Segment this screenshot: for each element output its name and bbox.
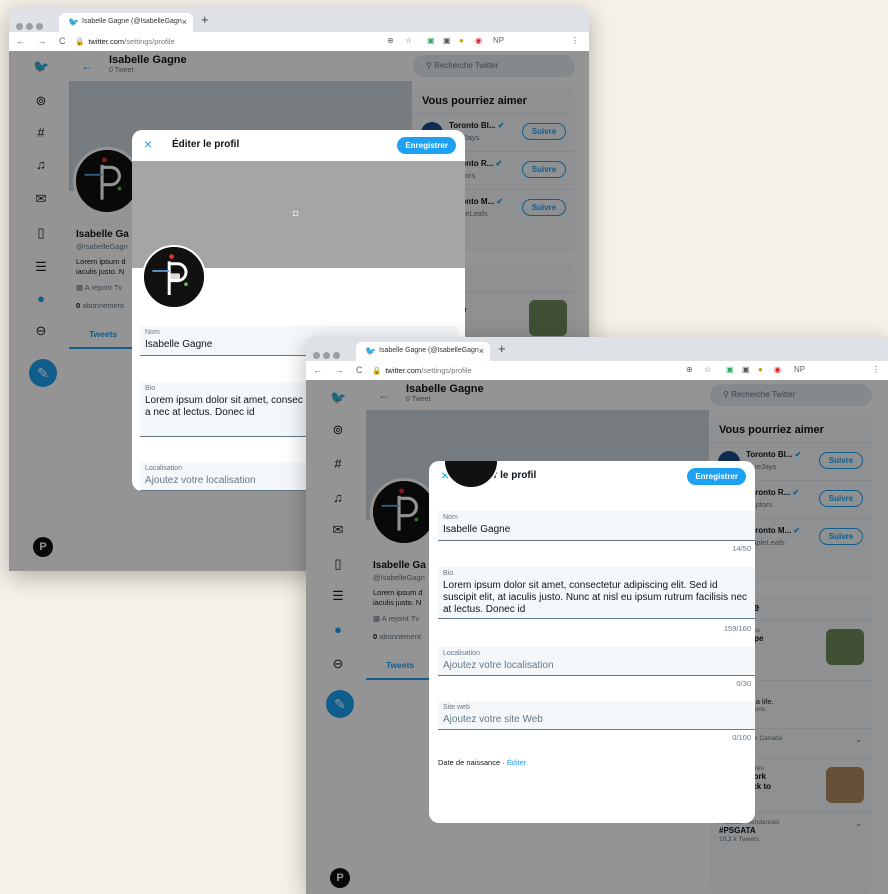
add-icon[interactable]: ⊕ — [686, 364, 693, 376]
browser-tab[interactable]: 🐦 Isabelle Gagne (@IsabelleGagn × — [59, 13, 193, 32]
website-placeholder: Ajoutez votre site Web — [443, 714, 543, 725]
bio-field[interactable]: Bio Lorem ipsum dolor sit amet, consecte… — [438, 567, 755, 619]
avatar-upload[interactable] — [142, 245, 206, 309]
lock-icon: 🔒 — [372, 366, 382, 375]
tab-bar: 🐦 Isabelle Gagne (@IsabelleGagn × + — [306, 337, 888, 361]
address-bar[interactable]: 🔒 twitter.com/settings/profile — [372, 366, 472, 375]
browser-window-front: 🐦 Isabelle Gagne (@IsabelleGagn × + ← → … — [306, 337, 888, 894]
extension-check-icon[interactable]: ▣ — [427, 35, 435, 47]
url-host: twitter.com — [385, 366, 422, 375]
browser-tab[interactable]: 🐦 Isabelle Gagne (@IsabelleGagn × — [356, 342, 490, 361]
star-icon[interactable]: ☆ — [704, 364, 711, 376]
p-logo-icon — [445, 461, 497, 487]
name-label: Nom — [145, 329, 160, 336]
location-label: Localisation — [443, 650, 480, 657]
save-button[interactable]: Enregistrer — [687, 468, 746, 485]
extension-check-icon[interactable]: ▣ — [726, 364, 734, 376]
edit-profile-modal: × Éditer le profil Enregistrer Nom Isabe… — [429, 461, 755, 823]
address-bar[interactable]: 🔒 twitter.com/settings/profile — [75, 37, 175, 46]
p-logo-icon — [144, 247, 204, 307]
extension-g-icon[interactable]: ▣ — [443, 35, 451, 47]
address-bar-row: ← → C 🔒 twitter.com/settings/profile ⊕ ☆ … — [306, 361, 888, 380]
location-char-count: 0/30 — [736, 679, 751, 688]
website-field[interactable]: Site web Ajoutez votre site Web — [438, 701, 755, 730]
location-placeholder: Ajoutez votre localisation — [443, 660, 554, 671]
birthdate-label: Date de naissance · — [438, 758, 507, 767]
nav-buttons[interactable]: ← → C — [16, 36, 71, 46]
twitter-bird-icon: 🐦 — [68, 17, 80, 27]
nav-buttons[interactable]: ← → C — [313, 365, 368, 375]
modal-header: × Éditer le profil Enregistrer — [132, 130, 465, 161]
extension-record-icon[interactable]: ◉ — [475, 35, 482, 47]
tab-title: Isabelle Gagne (@IsabelleGagn — [82, 18, 182, 25]
bio-label: Bio — [443, 570, 454, 577]
bio-value: Lorem ipsum dolor sit amet, consectetur … — [443, 580, 748, 615]
extension-np[interactable]: NP — [794, 364, 805, 376]
extension-shield-icon[interactable]: ● — [459, 35, 464, 47]
url-path: /settings/profile — [421, 366, 472, 375]
browser-menu-icon[interactable]: ⋮ — [571, 35, 579, 47]
bio-label: Bio — [145, 385, 156, 392]
tab-title: Isabelle Gagne (@IsabelleGagn — [379, 347, 479, 354]
browser-menu-icon[interactable]: ⋮ — [872, 364, 880, 376]
name-label: Nom — [443, 514, 458, 521]
location-field[interactable]: Localisation Ajoutez votre localisation — [438, 647, 755, 676]
save-button[interactable]: Enregistrer — [397, 137, 456, 154]
browser-chrome: 🐦 Isabelle Gagne (@IsabelleGagn × + ← → … — [306, 337, 888, 380]
avatar-upload[interactable] — [443, 461, 499, 489]
birthdate-edit-link[interactable]: Éditer — [507, 758, 527, 767]
close-icon[interactable]: × — [144, 136, 152, 152]
extension-record-icon[interactable]: ◉ — [774, 364, 781, 376]
address-bar-row: ← → C 🔒 twitter.com/settings/profile ⊕ ☆ … — [9, 32, 589, 51]
bio-char-count: 159/160 — [723, 624, 751, 633]
new-tab-button[interactable]: + — [201, 13, 209, 27]
extension-np[interactable]: NP — [493, 35, 504, 47]
name-field[interactable]: Nom Isabelle Gagne — [438, 511, 755, 541]
lock-icon: 🔒 — [75, 37, 85, 46]
modal-title: Éditer le profil — [172, 139, 240, 150]
new-tab-button[interactable]: + — [498, 342, 506, 356]
browser-chrome: 🐦 Isabelle Gagne (@IsabelleGagn × + ← → … — [9, 8, 589, 51]
location-label: Localisation — [145, 465, 182, 472]
name-value: Isabelle Gagne — [443, 524, 511, 535]
extension-shield-icon[interactable]: ● — [758, 364, 763, 376]
website-char-count: 0/100 — [732, 733, 751, 742]
star-icon[interactable]: ☆ — [405, 35, 412, 47]
tab-close-icon[interactable]: × — [182, 17, 187, 27]
extension-g-icon[interactable]: ▣ — [742, 364, 750, 376]
url-host: twitter.com — [88, 37, 125, 46]
url-path: /settings/profile — [124, 37, 175, 46]
website-label: Site web — [443, 704, 470, 711]
birthdate-row: Date de naissance · Éditer — [438, 758, 526, 767]
add-icon[interactable]: ⊕ — [387, 35, 394, 47]
camera-icon[interactable]: ◘ — [293, 208, 298, 218]
tab-close-icon[interactable]: × — [479, 346, 484, 356]
tab-bar: 🐦 Isabelle Gagne (@IsabelleGagn × + — [9, 8, 589, 32]
twitter-bird-icon: 🐦 — [365, 346, 377, 356]
name-char-count: 14/50 — [732, 544, 751, 553]
